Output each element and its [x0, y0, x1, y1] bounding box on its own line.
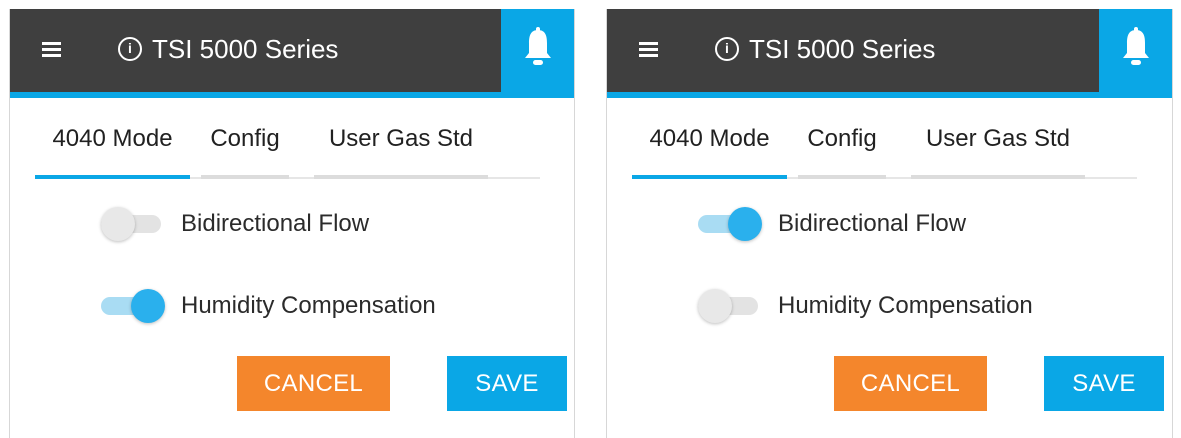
toggle-humidity-compensation[interactable]: Humidity Compensation [698, 281, 1138, 331]
toggle-bidirectional-flow[interactable]: Bidirectional Flow [101, 199, 541, 249]
tab-config[interactable]: Config [201, 98, 289, 180]
tab-4040-mode[interactable]: 4040 Mode [632, 98, 787, 180]
tab-label: User Gas Std [925, 125, 1071, 152]
tab-label: 4040 Mode [649, 125, 770, 152]
switch-knob[interactable] [131, 289, 165, 323]
settings-panel-left: i TSI 5000 Series 4040 Mode Config User … [9, 9, 575, 438]
cancel-button[interactable]: CANCEL [834, 356, 987, 411]
bidirectional-flow-switch[interactable] [698, 207, 762, 241]
notifications-button[interactable] [501, 9, 574, 98]
bell-icon [525, 27, 551, 65]
tab-indicator [314, 175, 488, 179]
toggle-label: Humidity Compensation [778, 292, 1033, 319]
tab-indicator [632, 175, 787, 179]
switch-knob[interactable] [698, 289, 732, 323]
humidity-compensation-switch[interactable] [101, 289, 165, 323]
tab-indicator [201, 175, 289, 179]
bell-icon [1123, 27, 1149, 65]
tab-bar: 4040 Mode Config User Gas Std [35, 98, 540, 180]
tab-label: Config [210, 125, 280, 152]
tab-config[interactable]: Config [798, 98, 886, 180]
bidirectional-flow-switch[interactable] [101, 207, 165, 241]
switch-knob[interactable] [101, 207, 135, 241]
app-title: TSI 5000 Series [749, 34, 936, 64]
tab-bar: 4040 Mode Config User Gas Std [632, 98, 1137, 180]
tab-user-gas-std[interactable]: User Gas Std [911, 98, 1085, 180]
tab-indicator [911, 175, 1085, 179]
app-bar: i TSI 5000 Series [607, 9, 1172, 98]
save-button[interactable]: SAVE [447, 356, 567, 411]
screenshot-stage: i TSI 5000 Series 4040 Mode Config User … [0, 0, 1181, 438]
app-bar: i TSI 5000 Series [10, 9, 574, 98]
switch-knob[interactable] [728, 207, 762, 241]
save-button[interactable]: SAVE [1044, 356, 1164, 411]
toggle-label: Bidirectional Flow [778, 210, 967, 237]
hamburger-menu-icon[interactable] [42, 42, 61, 57]
toggle-humidity-compensation[interactable]: Humidity Compensation [101, 281, 541, 331]
tab-user-gas-std[interactable]: User Gas Std [314, 98, 488, 180]
tab-indicator [35, 175, 190, 179]
info-circle-icon[interactable]: i [715, 37, 739, 61]
cancel-button[interactable]: CANCEL [237, 356, 390, 411]
tab-label: User Gas Std [328, 125, 474, 152]
settings-panel-right: i TSI 5000 Series 4040 Mode Config User … [606, 9, 1173, 438]
tab-label: 4040 Mode [52, 125, 173, 152]
app-title: TSI 5000 Series [152, 34, 339, 64]
toggle-bidirectional-flow[interactable]: Bidirectional Flow [698, 199, 1138, 249]
notifications-button[interactable] [1099, 9, 1172, 98]
tab-label: Config [807, 125, 877, 152]
humidity-compensation-switch[interactable] [698, 289, 762, 323]
tab-indicator [798, 175, 886, 179]
tab-4040-mode[interactable]: 4040 Mode [35, 98, 190, 180]
toggle-label: Bidirectional Flow [181, 210, 370, 237]
info-circle-icon[interactable]: i [118, 37, 142, 61]
hamburger-menu-icon[interactable] [639, 42, 658, 57]
toggle-label: Humidity Compensation [181, 292, 436, 319]
